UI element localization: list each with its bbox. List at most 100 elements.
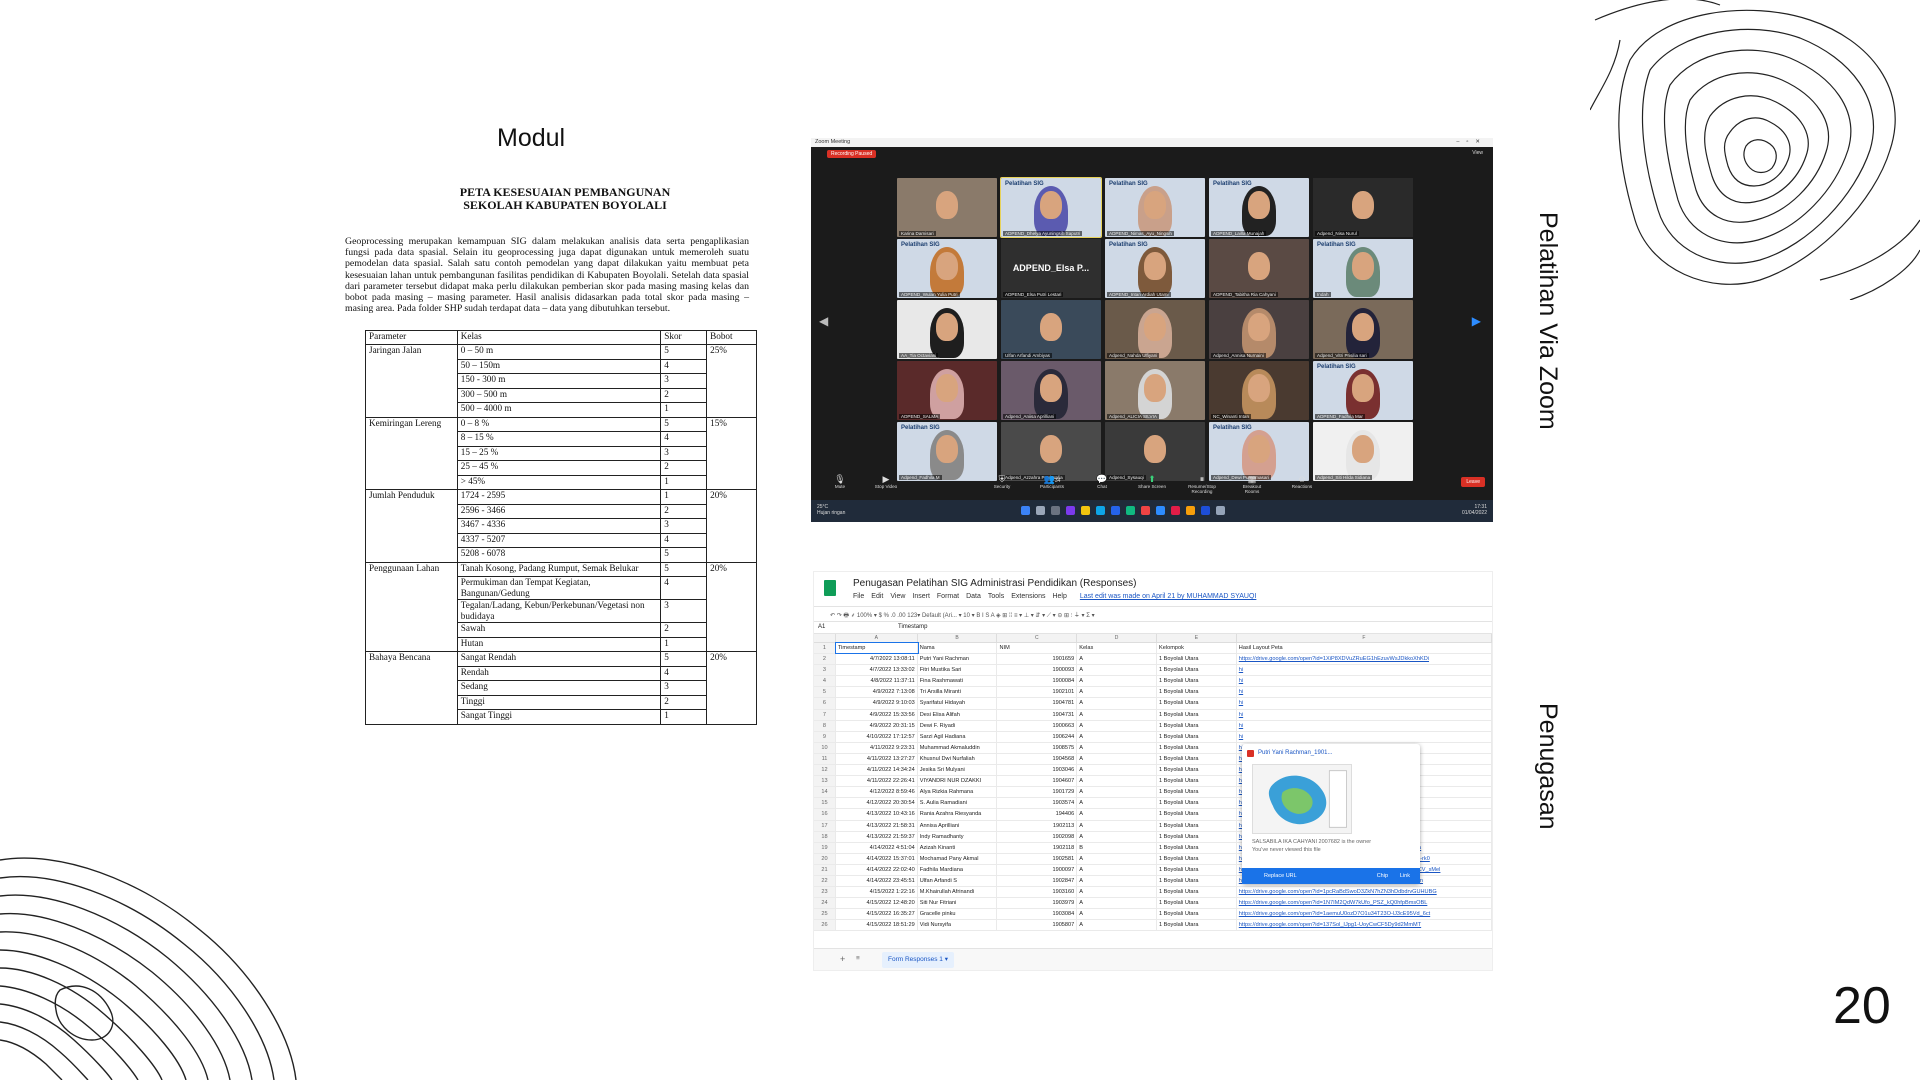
kelas-cell[interactable]: B (1077, 842, 1158, 853)
header-kelompok[interactable]: Kelompok (1157, 643, 1237, 654)
kelompok-cell[interactable]: 1 Boyolali Utara (1157, 887, 1237, 898)
timestamp-cell[interactable]: 4/13/2022 21:58:31 (836, 820, 918, 831)
store-icon[interactable] (1111, 506, 1120, 515)
participant-tile[interactable]: Pelatihan SIG ADPEND_Intan Ardiah Utami (1105, 239, 1205, 298)
kelompok-cell[interactable]: 1 Boyolali Utara (1157, 776, 1237, 787)
nama-cell[interactable]: Dewi F. Riyadi (918, 720, 998, 731)
menu-view[interactable]: View (890, 593, 905, 600)
kelas-cell[interactable]: A (1077, 676, 1158, 687)
teams-icon[interactable] (1066, 506, 1075, 515)
column-a[interactable]: A (836, 634, 918, 642)
participant-tile[interactable]: ADPEND_SALMA (897, 361, 997, 420)
kelas-cell[interactable]: A (1077, 687, 1158, 698)
nama-cell[interactable]: Muhammad Akmaluddin (918, 742, 998, 753)
nama-cell[interactable]: Putri Yani Rachman (918, 654, 998, 665)
participant-tile[interactable]: Adpend_Vitri Prisilia sari (1313, 300, 1413, 359)
formula-input[interactable]: Timestamp (898, 624, 927, 630)
kelas-cell[interactable]: A (1077, 665, 1158, 676)
link-cell[interactable]: hi (1237, 687, 1492, 698)
row-number[interactable]: 2 (814, 654, 836, 665)
kelas-cell[interactable]: A (1077, 654, 1158, 665)
kelas-cell[interactable]: A (1077, 820, 1158, 831)
nama-cell[interactable]: M.Khairullah Afrinandi (918, 887, 998, 898)
kelompok-cell[interactable]: 1 Boyolali Utara (1157, 665, 1237, 676)
kelompok-cell[interactable]: 1 Boyolali Utara (1157, 720, 1237, 731)
weather-widget[interactable]: 25°C Hujan ringan (817, 504, 845, 516)
nim-cell[interactable]: 1901659 (997, 654, 1078, 665)
edge-icon[interactable] (1096, 506, 1105, 515)
kelompok-cell[interactable]: 1 Boyolali Utara (1157, 820, 1237, 831)
participant-tile[interactable]: ADPEND_Elsa P... ADPEND_Elsa Putri Lestar… (1001, 239, 1101, 298)
menu-tools[interactable]: Tools (988, 593, 1004, 600)
link-cell[interactable]: hi (1237, 665, 1492, 676)
breakout-rooms-button[interactable]: ▦ Breakout Rooms (1235, 474, 1269, 496)
nim-cell[interactable]: 1900097 (997, 864, 1078, 875)
share-screen-button[interactable]: ⬆ Share Screen (1135, 474, 1169, 496)
timestamp-cell[interactable]: 4/8/2022 11:37:11 (836, 676, 918, 687)
link-cell[interactable]: https://drive.google.com/open?id=1N7IM2Q… (1237, 898, 1492, 909)
column-e[interactable]: E (1157, 634, 1237, 642)
kelompok-cell[interactable]: 1 Boyolali Utara (1157, 831, 1237, 842)
row-number[interactable]: 8 (814, 720, 836, 731)
row-number[interactable]: 6 (814, 698, 836, 709)
window-controls[interactable]: –▫✕ (1456, 138, 1487, 147)
menu-edit[interactable]: Edit (871, 593, 883, 600)
link-button[interactable]: Link (1400, 873, 1410, 879)
view-button[interactable]: View (1472, 150, 1483, 156)
row-number[interactable]: 9 (814, 731, 836, 742)
nim-cell[interactable]: 1908575 (997, 742, 1078, 753)
link-cell[interactable]: https://drive.google.com/open?id=1pcRaBd… (1237, 887, 1492, 898)
timestamp-cell[interactable]: 4/12/2022 20:30:54 (836, 798, 918, 809)
kelompok-cell[interactable]: 1 Boyolali Utara (1157, 765, 1237, 776)
nim-cell[interactable]: 1902113 (997, 820, 1078, 831)
row-number[interactable]: 25 (814, 909, 836, 920)
menu-extensions[interactable]: Extensions (1011, 593, 1045, 600)
participant-tile[interactable]: Pelatihan SIG Indah (1313, 239, 1413, 298)
kelas-cell[interactable]: A (1077, 787, 1158, 798)
nim-cell[interactable]: 1903574 (997, 798, 1078, 809)
sheets-logo-icon[interactable] (824, 580, 836, 596)
participant-tile[interactable]: Pelatihan SIG ADPEND_Lailla Munajah (1209, 178, 1309, 237)
nim-cell[interactable]: 1904607 (997, 776, 1078, 787)
participant-tile[interactable]: Adpend_Annisa Nurnaini (1209, 300, 1309, 359)
nama-cell[interactable]: Desi Elisa Alifah (918, 709, 998, 720)
chat-button[interactable]: 💬 Chat (1085, 474, 1119, 496)
participant-tile[interactable]: Pelatihan SIG ADPEND_Dhelya Ayuningsih Sa… (1000, 177, 1102, 238)
kelompok-cell[interactable]: 1 Boyolali Utara (1157, 731, 1237, 742)
nama-cell[interactable]: Fitri Mustika Sari (918, 665, 998, 676)
timestamp-cell[interactable]: 4/14/2022 4:51:04 (836, 842, 918, 853)
kelas-cell[interactable]: A (1077, 753, 1158, 765)
nim-cell[interactable]: 1904781 (997, 698, 1078, 709)
nama-cell[interactable]: Vidi Nursyifa (918, 920, 998, 931)
kelas-cell[interactable]: A (1077, 853, 1158, 864)
replace-url-button[interactable]: Replace URL (1264, 873, 1297, 879)
participant-tile[interactable]: Pelatihan SIG ADPEND_Fadhila Mar (1313, 361, 1413, 420)
kelas-cell[interactable]: A (1077, 920, 1158, 931)
nim-cell[interactable]: 1903046 (997, 765, 1078, 776)
sheet-toolbar[interactable]: ↶ ↷ 🖶 ⸙ 100% ▾ $ % .0 .00 123▾ Default (… (814, 606, 1492, 622)
header-nama[interactable]: Nama (918, 643, 998, 654)
nama-cell[interactable]: Sarzi Agil Hadiana (918, 731, 998, 742)
row-number[interactable]: 21 (814, 864, 836, 875)
settings-icon[interactable] (1216, 506, 1225, 515)
kelas-cell[interactable]: A (1077, 720, 1158, 731)
row-number[interactable]: 26 (814, 920, 836, 931)
participant-tile[interactable]: Adpend_ALICIA SILVIA (1105, 361, 1205, 420)
row-number[interactable]: 4 (814, 676, 836, 687)
row-number[interactable]: 16 (814, 809, 836, 820)
participant-tile[interactable]: Karina Damisari (897, 178, 997, 237)
timestamp-cell[interactable]: 4/11/2022 13:27:27 (836, 753, 918, 765)
word-icon[interactable] (1201, 506, 1210, 515)
row-number[interactable]: 11 (814, 753, 836, 765)
all-sheets-icon[interactable]: ≡ (856, 955, 860, 962)
kelompok-cell[interactable]: 1 Boyolali Utara (1157, 842, 1237, 853)
participant-tile[interactable]: NC_Winanti Intan (1209, 361, 1309, 420)
kelompok-cell[interactable]: 1 Boyolali Utara (1157, 853, 1237, 864)
link-cell[interactable]: hi (1237, 709, 1492, 720)
kelompok-cell[interactable]: 1 Boyolali Utara (1157, 875, 1237, 887)
kelas-cell[interactable]: A (1077, 709, 1158, 720)
nim-cell[interactable]: 1904731 (997, 709, 1078, 720)
cell-reference[interactable]: A1 (818, 624, 825, 630)
timestamp-cell[interactable]: 4/9/2022 15:33:56 (836, 709, 918, 720)
row-number[interactable]: 10 (814, 742, 836, 753)
